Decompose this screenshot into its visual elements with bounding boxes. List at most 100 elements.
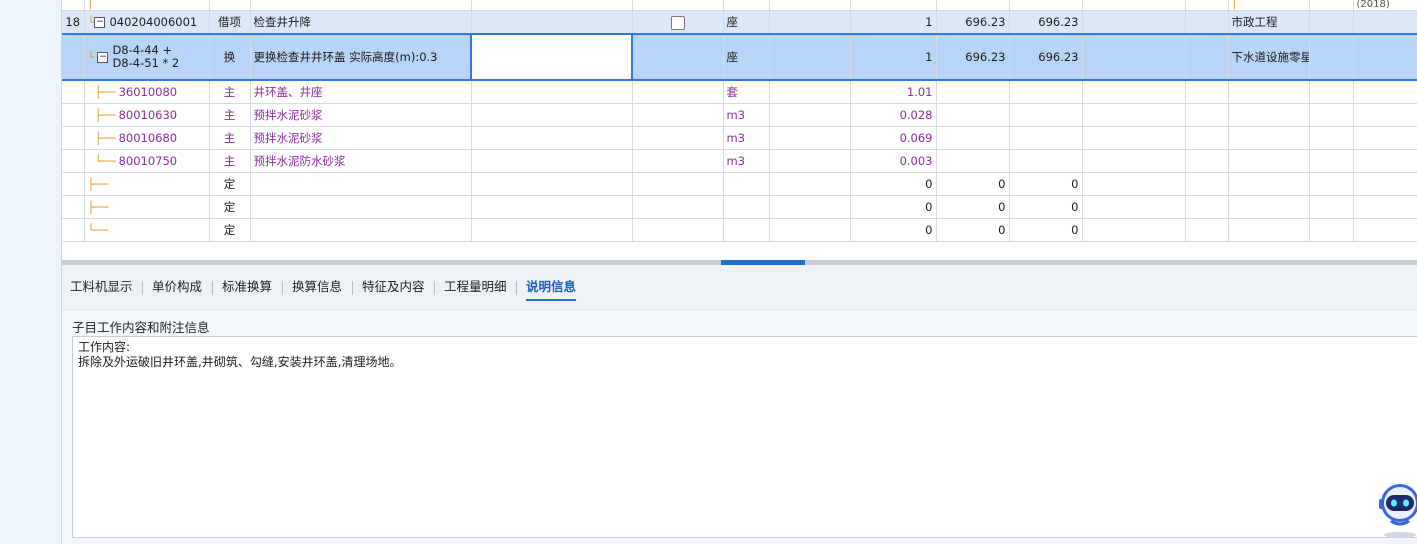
empty-cell [1185, 10, 1229, 35]
material-category: 主 [209, 80, 251, 104]
checkbox-cell [632, 10, 724, 35]
material-name[interactable]: 预拌水泥防水砂浆 [250, 149, 472, 173]
item-qty[interactable]: 1 [850, 10, 937, 35]
minus-box-icon[interactable]: − [97, 51, 109, 63]
table-row-quota[interactable]: └── 定 0 0 0 [62, 218, 1417, 242]
budget-grid[interactable]: │ │ (2018) 18 └ −040204006001 借项 检查井升降 座 … [62, 0, 1417, 260]
material-qty[interactable]: 0.069 [850, 126, 937, 150]
item-code-cell[interactable]: └ − D8-4-44 + D8-4-51 * 2 [84, 33, 210, 81]
item-name[interactable]: 检查井升降 [250, 10, 472, 35]
material-name[interactable]: 井环盖、井座 [250, 80, 472, 104]
tab-standard-conversion[interactable]: 标准换算 [222, 277, 272, 299]
table-row-quota[interactable]: ├── 定 0 0 0 [62, 195, 1417, 219]
material-qty[interactable]: 1.01 [850, 80, 937, 104]
empty-cell [769, 33, 851, 81]
material-qty[interactable]: 0.003 [850, 149, 937, 173]
item-unit: 座 [723, 10, 770, 35]
item-unit: 座 [723, 33, 770, 81]
description-line: 工作内容: [78, 340, 131, 354]
item-code-cell[interactable]: └ −040204006001 [84, 10, 210, 35]
material-unit: 套 [723, 80, 770, 104]
material-code: 36010080 [118, 85, 178, 99]
checkbox-icon[interactable] [670, 15, 685, 30]
quota-price: 0 [936, 172, 1010, 196]
left-panel-strip [0, 0, 62, 544]
material-name[interactable]: 预拌水泥砂浆 [250, 103, 472, 127]
tab-unit-price[interactable]: 单价构成 [152, 277, 202, 299]
empty-cell [769, 10, 851, 35]
material-category: 主 [209, 149, 251, 173]
empty-cell [1353, 10, 1417, 35]
tab-labor-material[interactable]: 工料机显示 [70, 277, 133, 299]
table-row-material[interactable]: ├── 80010630 主 预拌水泥砂浆 m3 0.028 [62, 103, 1417, 127]
material-code-cell[interactable]: ├── 80010680 [84, 126, 210, 150]
table-row-item[interactable]: 18 └ −040204006001 借项 检查井升降 座 1 696.23 69… [62, 10, 1417, 35]
description-textarea[interactable]: 工作内容: 拆除及外运破旧井环盖,井砌筑、勾缝,安装井环盖,清理场地。 [72, 336, 1417, 538]
tab-quantity-detail[interactable]: 工程量明细 [444, 277, 507, 299]
item-price: 696.23 [936, 10, 1010, 35]
table-row-quota[interactable]: ├── 定 0 0 0 [62, 172, 1417, 196]
quota-total: 0 [1009, 218, 1083, 242]
quota-qty[interactable]: 0 [850, 172, 937, 196]
empty-cell [62, 33, 85, 81]
material-code: 80010630 [118, 108, 178, 122]
material-unit: m3 [723, 103, 770, 127]
empty-cell [632, 33, 724, 81]
table-row-material[interactable]: └── 80010750 主 预拌水泥防水砂浆 m3 0.003 [62, 149, 1417, 173]
table-row-selected[interactable]: └ − D8-4-44 + D8-4-51 * 2 换 更换检查井井环盖 实际高度(m… [62, 33, 1417, 81]
material-code: 80010680 [118, 131, 178, 145]
empty-cell [1309, 33, 1354, 81]
robot-assistant-icon[interactable] [1377, 477, 1417, 539]
quota-price: 0 [936, 195, 1010, 219]
item-category: 换 [209, 33, 251, 81]
description-line: 拆除及外运破旧井环盖,井砌筑、勾缝,安装井环盖,清理场地。 [78, 355, 402, 369]
quota-qty[interactable]: 0 [850, 218, 937, 242]
budget-table: │ │ (2018) 18 └ −040204006001 借项 检查井升降 座 … [62, 0, 1417, 242]
material-code-cell[interactable]: └── 80010750 [84, 149, 210, 173]
edit-cell[interactable] [470, 33, 633, 81]
empty-cell [1185, 33, 1229, 81]
tab-divider [434, 281, 435, 295]
quota-name[interactable] [250, 218, 472, 242]
table-row-material[interactable]: ├── 36010080 主 井环盖、井座 套 1.01 [62, 80, 1417, 104]
material-name[interactable]: 预拌水泥砂浆 [250, 126, 472, 150]
item-spec: 下水道设施零星修补、日常巡查 [1228, 33, 1310, 81]
quota-name[interactable] [250, 195, 472, 219]
item-price: 696.23 [936, 33, 1010, 81]
tab-features[interactable]: 特征及内容 [362, 277, 425, 299]
tab-divider [516, 281, 517, 295]
item-category: 借项 [209, 10, 251, 35]
item-code: D8-4-44 + D8-4-51 * 2 [112, 44, 179, 70]
quota-total: 0 [1009, 172, 1083, 196]
empty-cell [1082, 10, 1186, 35]
quota-price: 0 [936, 218, 1010, 242]
tab-conversion-info[interactable]: 换算信息 [292, 277, 342, 299]
table-row-material[interactable]: ├── 80010680 主 预拌水泥砂浆 m3 0.069 [62, 126, 1417, 150]
item-total: 696.23 [1009, 33, 1083, 81]
material-code-cell[interactable]: ├── 80010630 [84, 103, 210, 127]
material-unit: m3 [723, 149, 770, 173]
item-qty[interactable]: 1 [850, 33, 937, 81]
tab-divider [212, 281, 213, 295]
quota-name[interactable] [250, 172, 472, 196]
table-row: │ │ (2018) [62, 0, 1417, 11]
quota-qty[interactable]: 0 [850, 195, 937, 219]
material-category: 主 [209, 126, 251, 150]
bottom-tab-bar: 工料机显示 单价构成 标准换算 换算信息 特征及内容 工程量明细 说明信息 [62, 265, 1417, 310]
code-line-1: D8-4-44 + [112, 43, 173, 57]
material-code: 80010750 [118, 154, 178, 168]
item-name[interactable]: 更换检查井井环盖 实际高度(m):0.3 [250, 33, 472, 81]
quota-category: 定 [209, 172, 251, 196]
quota-category: 定 [209, 195, 251, 219]
empty-cell [1353, 33, 1417, 81]
row-seq: 18 [62, 10, 85, 35]
item-total: 696.23 [1009, 10, 1083, 35]
material-qty[interactable]: 0.028 [850, 103, 937, 127]
material-unit: m3 [723, 126, 770, 150]
minus-box-icon[interactable]: − [94, 17, 106, 28]
top-stub-text: (2018) [1353, 0, 1417, 11]
material-code-cell[interactable]: ├── 36010080 [84, 80, 210, 104]
empty-cell [1309, 10, 1354, 35]
tab-description[interactable]: 说明信息 [526, 277, 577, 301]
item-code: 040204006001 [109, 15, 198, 29]
